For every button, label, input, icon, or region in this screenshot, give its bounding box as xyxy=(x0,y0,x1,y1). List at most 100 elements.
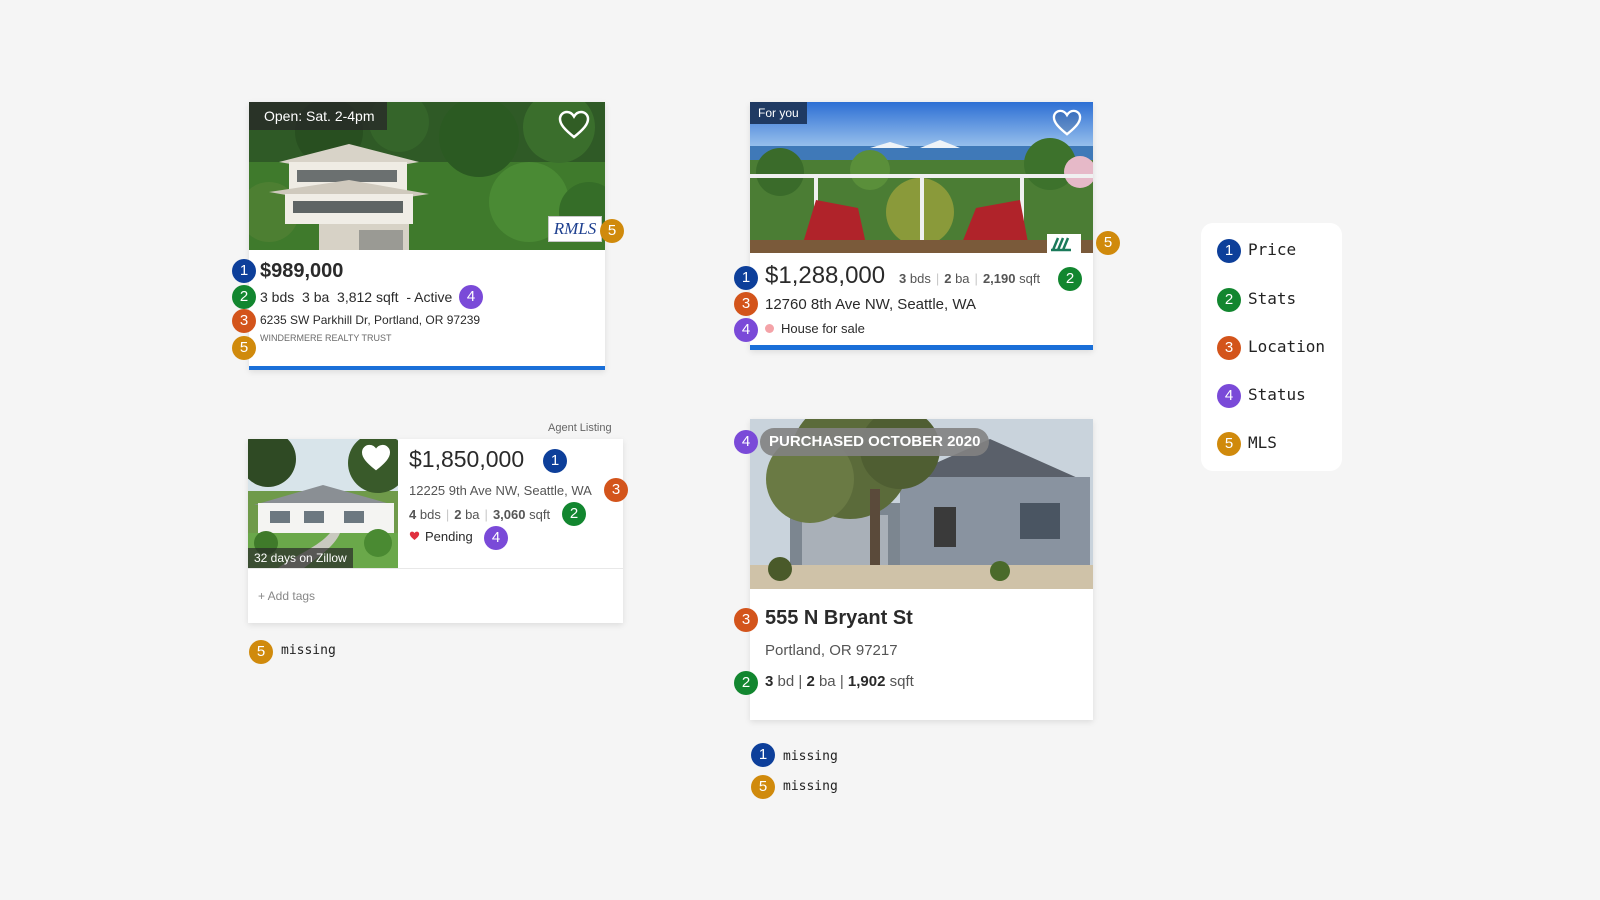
mls-logo-text: RMLS xyxy=(553,219,597,238)
badge-price: 1 xyxy=(734,266,758,290)
badge-location: 3 xyxy=(232,309,256,333)
listing-city: Portland, OR 97217 xyxy=(765,642,898,659)
heart-icon xyxy=(409,531,420,540)
listing-photo[interactable]: For you xyxy=(750,102,1093,253)
sqft-value: 2,190 xyxy=(982,271,1016,286)
badge-stats: 2 xyxy=(562,502,586,526)
listing-card-1[interactable]: Open: Sat. 2-4pm RMLS $989,000 3 bds 3 b… xyxy=(249,102,605,370)
open-house-tag: Open: Sat. 2-4pm xyxy=(249,102,387,130)
listing-status: House for sale xyxy=(765,321,865,336)
sqft-value: 1,902 xyxy=(847,673,886,690)
save-heart-icon[interactable] xyxy=(361,444,391,472)
baths-unit: ba xyxy=(955,271,970,286)
baths-unit: ba xyxy=(818,673,836,690)
for-you-tag: For you xyxy=(750,102,807,124)
status-text: House for sale xyxy=(781,321,865,336)
listing-card-3[interactable]: 32 days on Zillow $1,850,000 12225 9th A… xyxy=(248,439,623,623)
listing-photo[interactable]: PURCHASED OCTOBER 2020 xyxy=(750,419,1093,589)
badge-location: 3 xyxy=(734,608,758,632)
listing-card-2[interactable]: For you $1,288,000 3 bds | 2 ba | 2,190 sqft… xyxy=(750,102,1093,350)
badge-mls: 5 xyxy=(1096,231,1120,255)
legend-badge: 2 xyxy=(1217,288,1241,312)
purchased-banner-text: PURCHASED OCTOBER 2020 xyxy=(769,433,981,450)
card-accent-bar xyxy=(750,345,1093,350)
badge-mls: 5 xyxy=(232,336,256,360)
beds-unit: bds xyxy=(909,271,931,286)
agent-listing-label: Agent Listing xyxy=(548,422,612,434)
badge-stats: 2 xyxy=(734,671,758,695)
legend-label: Status xyxy=(1248,385,1306,404)
listing-stats: 3 bd | 2 ba | 1,902 sqft xyxy=(765,673,914,690)
baths-value: 2 xyxy=(454,507,462,522)
badge-price: 1 xyxy=(543,449,567,473)
legend-panel: 1 Price 2 Stats 3 Location 4 Status 5 ML… xyxy=(1201,223,1342,471)
legend-label: Location xyxy=(1248,337,1326,356)
listing-price[interactable]: $1,850,000 xyxy=(409,446,524,473)
listing-photo[interactable]: Open: Sat. 2-4pm RMLS xyxy=(249,102,605,250)
add-tags-link[interactable]: + Add tags xyxy=(258,589,315,603)
legend-badge: 4 xyxy=(1217,384,1241,408)
status-dot-icon xyxy=(765,324,774,333)
baths-value: 2 xyxy=(806,673,815,690)
badge-status: 4 xyxy=(734,430,758,454)
card-divider xyxy=(248,568,623,569)
beds-unit: bds xyxy=(419,507,441,522)
badge-stats: 2 xyxy=(232,285,256,309)
beds-value: 3 xyxy=(765,673,774,690)
view-photo-image xyxy=(750,102,1093,253)
badge-price: 1 xyxy=(751,743,775,767)
listing-stats: 3 bds | 2 ba | 2,190 sqft xyxy=(899,271,1041,286)
stats-divider: | xyxy=(798,673,803,690)
status-text: Pending xyxy=(425,529,473,544)
listing-address: 6235 SW Parkhill Dr, Portland, OR 97239 xyxy=(260,313,481,327)
legend-label: Stats xyxy=(1248,289,1297,308)
badge-location: 3 xyxy=(604,478,628,502)
missing-note: missing xyxy=(783,749,838,764)
badge-location: 3 xyxy=(734,292,758,316)
listing-price[interactable]: $989,000 xyxy=(260,260,343,283)
beds-unit: bd xyxy=(777,673,795,690)
badge-stats: 2 xyxy=(1058,267,1082,291)
open-house-label: Open: Sat. 2-4pm xyxy=(264,108,375,124)
listing-stats: 4 bds | 2 ba | 3,060 sqft xyxy=(409,507,551,522)
brokerage-name: WINDERMERE REALTY TRUST xyxy=(260,333,392,343)
legend-label: Price xyxy=(1248,240,1297,259)
badge-status: 4 xyxy=(459,285,483,309)
badge-mls: 5 xyxy=(751,775,775,799)
legend-badge: 5 xyxy=(1217,432,1241,456)
listing-address: 12225 9th Ave NW, Seattle, WA xyxy=(409,483,592,498)
mls-logo: RMLS xyxy=(548,216,602,242)
legend-label: MLS xyxy=(1248,433,1277,452)
badge-mls: 5 xyxy=(249,640,273,664)
stats-divider: | xyxy=(839,673,844,690)
badge-mls: 5 xyxy=(600,219,624,243)
legend-badge: 1 xyxy=(1217,239,1241,263)
listing-photo[interactable]: 32 days on Zillow xyxy=(248,439,398,568)
baths-value: 2 xyxy=(944,271,952,286)
beds-value: 4 xyxy=(409,507,417,522)
missing-note: missing xyxy=(783,779,838,794)
listing-street[interactable]: 555 N Bryant St xyxy=(765,607,913,630)
sqft-unit: sqft xyxy=(889,673,914,690)
save-heart-icon[interactable] xyxy=(1052,109,1082,137)
listing-price[interactable]: $1,288,000 xyxy=(765,262,885,290)
missing-note: missing xyxy=(281,643,336,658)
sqft-value: 3,060 xyxy=(492,507,526,522)
purchased-banner: PURCHASED OCTOBER 2020 xyxy=(760,428,990,456)
listing-stats: 3 bds 3 ba 3,812 sqft - Active xyxy=(260,289,453,305)
days-on-zillow-tag: 32 days on Zillow xyxy=(248,548,353,568)
badge-price: 1 xyxy=(232,259,256,283)
beds-value: 3 xyxy=(899,271,907,286)
badge-status: 4 xyxy=(484,526,508,550)
save-heart-icon[interactable] xyxy=(558,110,590,140)
listing-status: Pending xyxy=(409,529,473,544)
days-on-zillow-text: 32 days on Zillow xyxy=(254,551,347,565)
badge-status: 4 xyxy=(734,318,758,342)
listing-address: 12760 8th Ave NW, Seattle, WA xyxy=(765,296,976,313)
card-accent-bar xyxy=(249,366,605,370)
listing-card-4[interactable]: PURCHASED OCTOBER 2020 555 N Bryant St P… xyxy=(750,419,1093,720)
sqft-unit: sqft xyxy=(1019,271,1041,286)
legend-badge: 3 xyxy=(1217,336,1241,360)
mls-logo-icon xyxy=(1047,234,1081,253)
for-you-label: For you xyxy=(758,106,799,120)
